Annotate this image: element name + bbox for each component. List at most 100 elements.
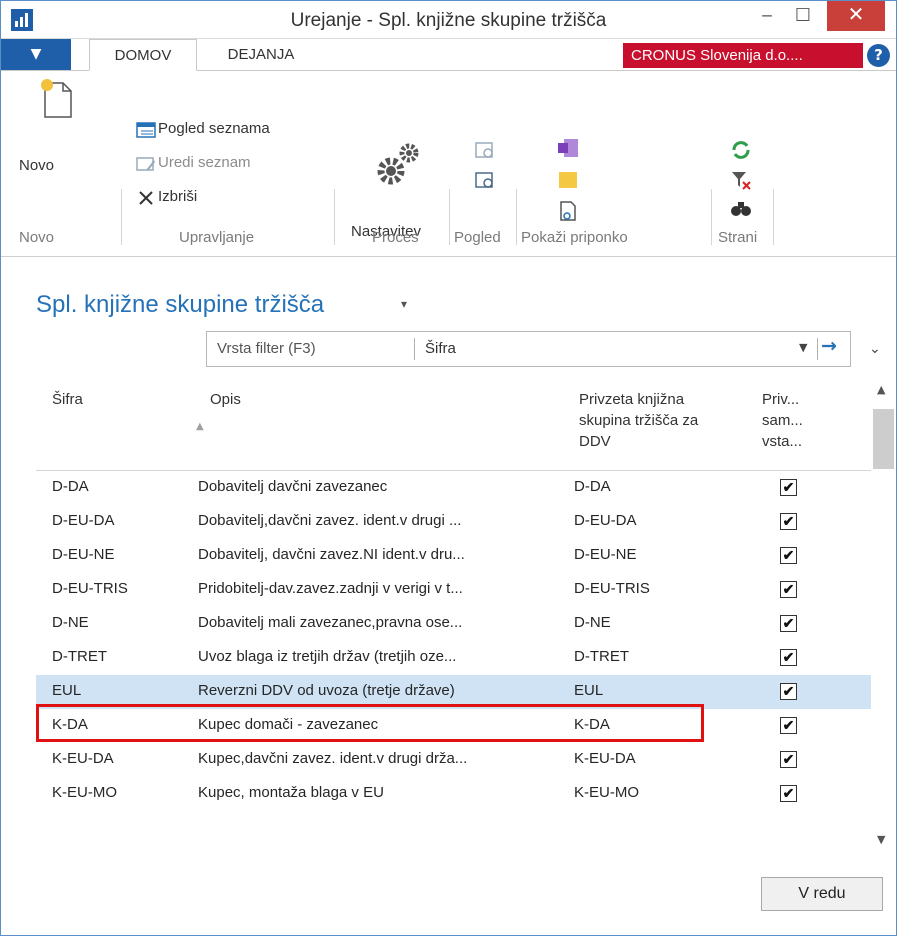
cell-code: D-EU-DA <box>52 512 115 529</box>
company-badge[interactable]: CRONUS Slovenija d.o.... <box>623 43 863 68</box>
table-row[interactable]: K-DA Kupec domači - zavezanec K-DA ✔ <box>36 709 871 743</box>
group-separator <box>516 189 517 245</box>
view-details-icon[interactable] <box>474 171 496 191</box>
list-view-label: Pogled seznama <box>158 120 270 137</box>
tab-dejanja[interactable]: DEJANJA <box>211 39 311 71</box>
collapse-icon[interactable]: ⌄ <box>869 341 881 357</box>
checkbox[interactable]: ✔ <box>780 785 797 802</box>
cell-code: D-TRET <box>52 648 107 665</box>
view-icon[interactable] <box>474 141 496 161</box>
checkbox[interactable]: ✔ <box>780 615 797 632</box>
group-label-pogled: Pogled <box>454 229 501 246</box>
ok-button[interactable]: V redu <box>761 877 883 911</box>
table-row[interactable]: K-EU-MO Kupec, montaža blaga v EU K-EU-M… <box>36 777 871 811</box>
onenote-icon[interactable] <box>556 137 580 159</box>
header-auto-insert[interactable]: Priv... sam... vsta... <box>762 389 803 452</box>
checkbox[interactable]: ✔ <box>780 479 797 496</box>
header-description[interactable]: Opis <box>210 389 241 410</box>
arrow-right-icon[interactable]: → <box>821 335 837 357</box>
scroll-down-icon[interactable]: ▼ <box>877 833 885 846</box>
table-row[interactable]: D-TRET Uvoz blaga iz tretjih držav (tret… <box>36 641 871 675</box>
page-title: Spl. knjižne skupine tržišča <box>36 291 325 318</box>
scroll-up-icon[interactable]: ▲ <box>877 383 885 396</box>
chevron-down-icon[interactable]: ▾ <box>401 297 407 311</box>
cell-default-group: K-EU-DA <box>574 750 636 767</box>
header-default-group-line: DDV <box>579 433 611 450</box>
sort-ascending-icon: ▲ <box>196 421 204 432</box>
note-icon[interactable] <box>556 169 580 191</box>
cell-code: K-EU-DA <box>52 750 114 767</box>
checkbox[interactable]: ✔ <box>780 649 797 666</box>
group-label-novo: Novo <box>19 229 55 246</box>
cell-description: Dobavitelj, davčni zavez.NI ident.v dru.… <box>198 546 465 563</box>
header-auto-insert-line: sam... <box>762 412 803 429</box>
clear-filter-icon[interactable] <box>730 169 752 191</box>
link-icon[interactable] <box>556 199 580 223</box>
filter-field-select[interactable]: Šifra <box>425 340 456 357</box>
find-icon[interactable] <box>730 197 752 219</box>
header-default-group[interactable]: Privzeta knjižna skupina tržišča za DDV <box>579 389 698 452</box>
ribbon: Novo Pogled seznama Uredi seznam Izbriši… <box>1 71 896 257</box>
cell-description: Dobavitelj davčni zavezanec <box>198 478 388 495</box>
table-row[interactable]: D-EU-NE Dobavitelj, davčni zavez.NI iden… <box>36 539 871 573</box>
checkbox[interactable]: ✔ <box>780 717 797 734</box>
maximize-button[interactable]: ☐ <box>785 1 821 31</box>
group-separator <box>449 189 450 245</box>
list-view-icon <box>136 122 156 138</box>
checkbox[interactable]: ✔ <box>780 547 797 564</box>
new-button[interactable]: Novo <box>17 77 97 187</box>
cell-code: D-DA <box>52 478 89 495</box>
delete-label: Izbriši <box>158 188 198 205</box>
checkbox[interactable]: ✔ <box>780 581 797 598</box>
cell-description: Kupec,davčni zavez. ident.v drugi drža..… <box>198 750 468 767</box>
edit-list-icon <box>136 157 155 171</box>
table-row[interactable]: D-DA Dobavitelj davčni zavezanec D-DA ✔ <box>36 471 871 505</box>
cell-default-group: K-EU-MO <box>574 784 639 801</box>
cell-code: D-NE <box>52 614 89 631</box>
gears-icon <box>377 143 419 185</box>
vertical-scrollbar[interactable]: ▲ ▼ <box>871 381 896 861</box>
table-row[interactable]: K-EU-DA Kupec,davčni zavez. ident.v drug… <box>36 743 871 777</box>
minimize-button[interactable]: ‒ <box>749 1 785 31</box>
cell-code: K-DA <box>52 716 88 733</box>
cell-default-group: D-NE <box>574 614 611 631</box>
list-view-button[interactable]: Pogled seznama <box>136 119 326 143</box>
table-row[interactable]: D-NE Dobavitelj mali zavezanec,pravna os… <box>36 607 871 641</box>
cell-default-group: D-EU-NE <box>574 546 637 563</box>
edit-list-label: Uredi seznam <box>158 154 251 171</box>
scroll-thumb[interactable] <box>873 409 894 469</box>
filter-bar: Vrsta filter (F3) Šifra ▼ → <box>206 331 851 367</box>
cell-default-group: D-EU-TRIS <box>574 580 650 597</box>
checkbox[interactable]: ✔ <box>780 513 797 530</box>
cell-description: Kupec domači - zavezanec <box>198 716 379 733</box>
cell-code: EUL <box>52 682 82 699</box>
checkbox[interactable]: ✔ <box>780 751 797 768</box>
setup-button[interactable]: Nastavitev <box>351 139 451 240</box>
table-row[interactable]: D-EU-DA Dobavitelj,davčni zavez. ident.v… <box>36 505 871 539</box>
close-button[interactable]: ✕ <box>827 1 885 31</box>
cell-description: Uvoz blaga iz tretjih držav (tretjih oze… <box>198 648 457 665</box>
refresh-icon[interactable] <box>730 139 752 161</box>
group-label-pokazi-priponko: Pokaži priponko <box>521 229 628 246</box>
edit-window: Urejanje - Spl. knjižne skupine tržišča … <box>0 0 897 936</box>
file-menu-button[interactable]: ▼ <box>1 39 71 70</box>
delete-button[interactable]: Izbriši <box>136 187 256 211</box>
cell-default-group: D-EU-DA <box>574 512 637 529</box>
table-row[interactable]: D-EU-TRIS Pridobitelj-dav.zavez.zadnji v… <box>36 573 871 607</box>
cell-description: Dobavitelj mali zavezanec,pravna ose... <box>198 614 463 631</box>
filter-dropdown-icon[interactable]: ▼ <box>799 341 807 354</box>
group-separator <box>711 189 712 245</box>
group-separator <box>334 189 335 245</box>
checkbox[interactable]: ✔ <box>780 683 797 700</box>
header-default-group-line: skupina tržišča za <box>579 412 699 429</box>
group-separator <box>121 189 122 245</box>
table-row-selected[interactable]: EUL Reverzni DDV od uvoza (tretje države… <box>36 675 871 709</box>
group-label-strani: Strani <box>718 229 758 246</box>
edit-list-button[interactable]: Uredi seznam <box>136 153 326 177</box>
help-icon[interactable]: ? <box>867 44 890 67</box>
table-header: Šifra ▲ Opis Privzeta knjižna skupina tr… <box>36 381 871 471</box>
filter-input[interactable]: Vrsta filter (F3) <box>217 340 316 357</box>
cell-description: Kupec, montaža blaga v EU <box>198 784 384 801</box>
header-code[interactable]: Šifra <box>52 389 83 410</box>
tab-domov[interactable]: DOMOV <box>89 39 197 71</box>
